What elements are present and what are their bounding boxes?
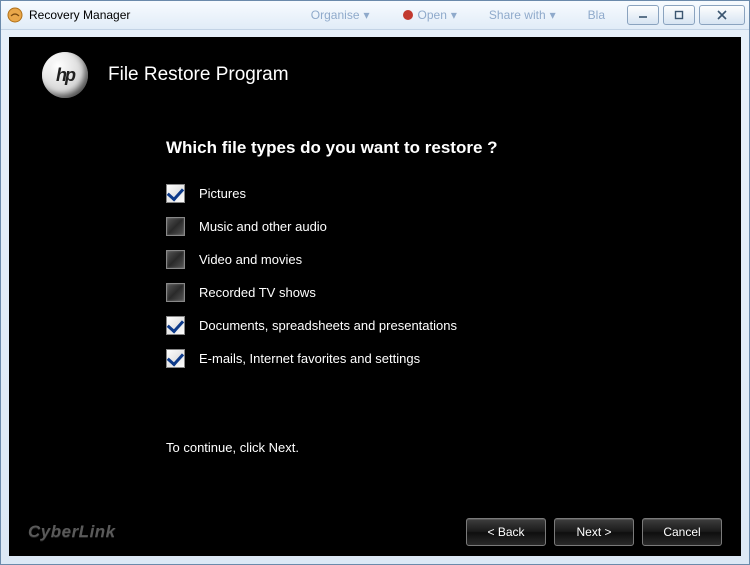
app-icon (7, 7, 23, 23)
option-video[interactable]: Video and movies (166, 250, 700, 269)
option-pictures[interactable]: Pictures (166, 184, 700, 203)
bg-open: Open ▾ (402, 8, 457, 22)
option-label: Recorded TV shows (199, 285, 316, 300)
footer: CyberLink < Back Next > Cancel (10, 509, 740, 555)
continue-hint: To continue, click Next. (166, 440, 700, 455)
header: hp File Restore Program (10, 38, 740, 118)
hp-logo-icon: hp (42, 52, 88, 98)
option-label: Pictures (199, 186, 246, 201)
bg-organise: Organise ▾ (311, 8, 370, 22)
content: Which file types do you want to restore … (10, 118, 740, 455)
checkbox-icon[interactable] (166, 316, 185, 335)
program-title: File Restore Program (108, 64, 289, 86)
option-label: E-mails, Internet favorites and settings (199, 351, 420, 366)
bg-bla: Bla (588, 8, 605, 22)
window-controls (627, 5, 745, 25)
option-recorded-tv[interactable]: Recorded TV shows (166, 283, 700, 302)
option-label: Video and movies (199, 252, 302, 267)
back-button[interactable]: < Back (466, 518, 546, 546)
option-documents[interactable]: Documents, spreadsheets and presentation… (166, 316, 700, 335)
option-label: Documents, spreadsheets and presentation… (199, 318, 457, 333)
window: Recovery Manager Organise ▾ Open ▾ Share… (0, 0, 750, 565)
checkbox-icon[interactable] (166, 217, 185, 236)
option-emails[interactable]: E-mails, Internet favorites and settings (166, 349, 700, 368)
question-heading: Which file types do you want to restore … (166, 138, 700, 158)
window-title: Recovery Manager (29, 8, 130, 22)
bg-share: Share with ▾ (489, 8, 556, 22)
next-button[interactable]: Next > (554, 518, 634, 546)
option-list: Pictures Music and other audio Video and… (166, 184, 700, 368)
minimize-button[interactable] (627, 5, 659, 25)
close-button[interactable] (699, 5, 745, 25)
titlebar: Recovery Manager Organise ▾ Open ▾ Share… (1, 1, 749, 30)
checkbox-icon[interactable] (166, 184, 185, 203)
maximize-button[interactable] (663, 5, 695, 25)
checkbox-icon[interactable] (166, 250, 185, 269)
client-area: hp File Restore Program Which file types… (9, 37, 741, 556)
cyberlink-brand: CyberLink (28, 522, 116, 542)
checkbox-icon[interactable] (166, 349, 185, 368)
option-label: Music and other audio (199, 219, 327, 234)
cancel-button[interactable]: Cancel (642, 518, 722, 546)
option-music[interactable]: Music and other audio (166, 217, 700, 236)
checkbox-icon[interactable] (166, 283, 185, 302)
